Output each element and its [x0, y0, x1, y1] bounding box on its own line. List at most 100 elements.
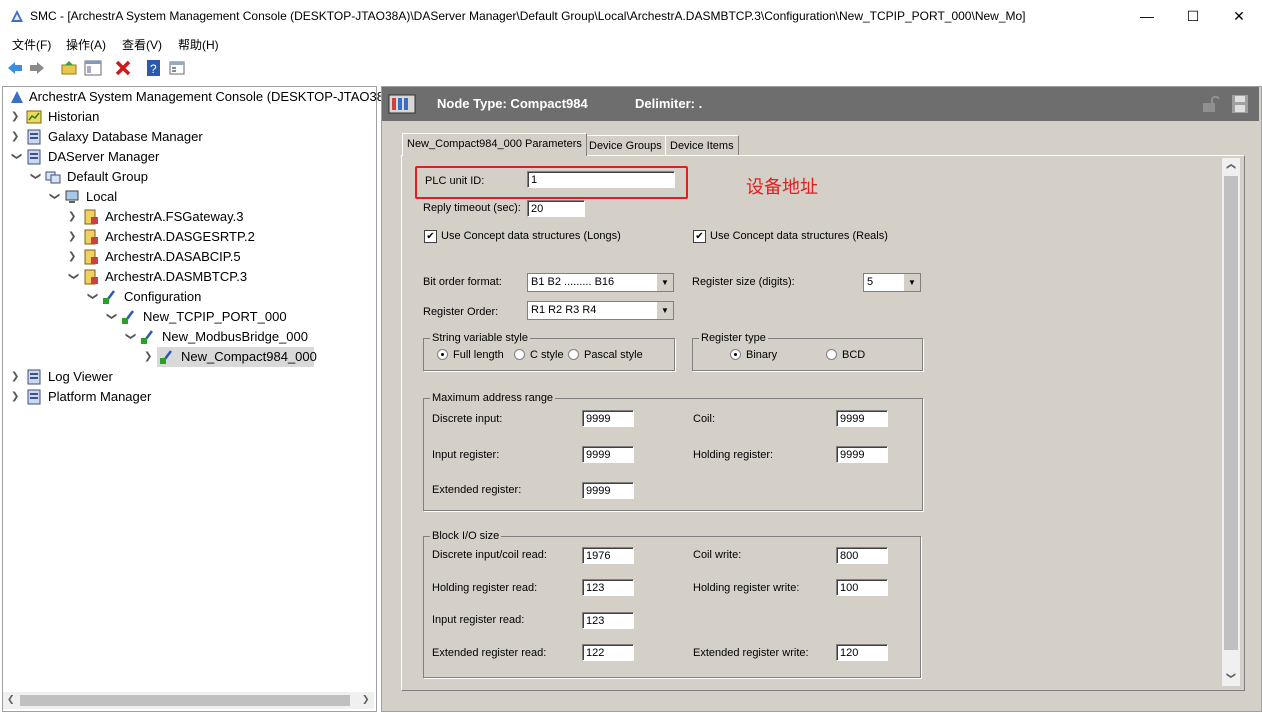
holding-read-label: Holding register read:	[432, 582, 538, 594]
chevron-right-icon[interactable]: ❯	[11, 132, 21, 142]
coil-field[interactable]: 9999	[836, 410, 888, 427]
app-icon	[11, 10, 23, 22]
delete-icon[interactable]	[114, 59, 132, 77]
tree-item-fsgateway[interactable]: ❯ ArchestrA.FSGateway.3	[3, 207, 303, 227]
concept-longs-checkbox[interactable]: ✔	[424, 230, 437, 243]
coil-write-label: Coil write:	[693, 549, 742, 561]
tree-horizontal-scrollbar[interactable]: ❮ ❯	[3, 692, 374, 709]
tab-device-groups[interactable]: Device Groups	[584, 135, 667, 156]
bcd-radio[interactable]	[826, 349, 837, 360]
holding-register-field[interactable]: 9999	[836, 446, 888, 463]
discrete-input-field[interactable]: 9999	[582, 410, 634, 427]
register-order-select[interactable]: R1 R2 R3 R4 ▼	[527, 301, 674, 320]
tab-parameters[interactable]: New_Compact984_000 Parameters	[402, 133, 587, 156]
chevron-down-icon[interactable]: ❯	[68, 272, 79, 282]
scroll-right-icon[interactable]: ❯	[362, 694, 370, 705]
window-title: SMC - [ArchestrA System Management Conso…	[30, 9, 1026, 23]
maximize-button[interactable]: ☐	[1170, 0, 1216, 32]
show-hide-tree-icon[interactable]	[84, 59, 102, 77]
coil-write-field[interactable]: 800	[836, 547, 888, 564]
chevron-down-icon[interactable]: ❯	[106, 312, 117, 322]
chevron-down-icon[interactable]: ❯	[125, 332, 136, 342]
scroll-thumb[interactable]	[20, 695, 350, 706]
bit-order-select[interactable]: B1 B2 ......... B16 ▼	[527, 273, 674, 292]
holding-read-field[interactable]: 123	[582, 579, 634, 596]
binary-radio[interactable]	[730, 349, 741, 360]
tree-item-label: Galaxy Database Manager	[48, 129, 203, 144]
panel-vertical-scrollbar[interactable]: ❯ ❯	[1222, 158, 1240, 686]
scroll-left-icon[interactable]: ❮	[7, 694, 15, 705]
tree-item-log-viewer[interactable]: ❯ Log Viewer	[3, 367, 203, 387]
chevron-right-icon[interactable]: ❯	[68, 212, 78, 222]
max-address-range-title: Maximum address range	[430, 392, 556, 404]
unlock-icon[interactable]	[1200, 94, 1220, 114]
pascal-style-label: Pascal style	[584, 349, 643, 361]
chevron-right-icon[interactable]: ❯	[11, 112, 21, 122]
holding-register-label: Holding register:	[693, 449, 774, 461]
tree-item-historian[interactable]: ❯ Historian	[3, 107, 203, 127]
chevron-down-icon[interactable]: ❯	[30, 172, 41, 182]
menu-action[interactable]: 操作(A)	[66, 36, 106, 53]
tree-item-label: Local	[86, 189, 118, 204]
group-icon	[45, 171, 61, 184]
input-register-field[interactable]: 9999	[582, 446, 634, 463]
tree-item-galaxy-db[interactable]: ❯ Galaxy Database Manager	[3, 127, 253, 147]
tree-item-default-group[interactable]: ❯ Default Group	[3, 167, 253, 187]
menu-view[interactable]: 查看(V)	[122, 36, 162, 53]
tree-item-label: ArchestrA.DASABCIP.5	[105, 249, 241, 264]
configuration-icon	[103, 290, 115, 304]
tree-item-compact984[interactable]: ❯ New_Compact984_000	[3, 347, 323, 367]
concept-reals-checkbox[interactable]: ✔	[693, 230, 706, 243]
menu-file[interactable]: 文件(F)	[12, 36, 51, 53]
extended-read-field[interactable]: 122	[582, 644, 634, 661]
chevron-down-icon[interactable]: ❯	[49, 192, 60, 202]
scroll-thumb[interactable]	[1224, 176, 1238, 650]
tree-item-label: ArchestrA.FSGateway.3	[105, 209, 244, 224]
minimize-button[interactable]: —	[1124, 0, 1170, 32]
dropdown-arrow-icon[interactable]: ▼	[903, 274, 920, 291]
tree-item-daserver-manager[interactable]: ❯ DAServer Manager	[3, 147, 253, 167]
tree-item-label: ArchestrA System Management Console (DES…	[29, 89, 397, 104]
folder-up-icon[interactable]	[60, 59, 78, 77]
reply-timeout-field[interactable]: 20	[527, 200, 585, 217]
discrete-coil-read-field[interactable]: 1976	[582, 547, 634, 564]
tab-device-items[interactable]: Device Items	[665, 135, 739, 156]
scroll-down-icon[interactable]: ❯	[1225, 672, 1236, 680]
tree-item-dasgesrtp[interactable]: ❯ ArchestrA.DASGESRTP.2	[3, 227, 303, 247]
close-button[interactable]: ✕	[1216, 0, 1262, 32]
chevron-down-icon[interactable]: ❯	[11, 152, 22, 162]
input-read-field[interactable]: 123	[582, 612, 634, 629]
dropdown-arrow-icon[interactable]: ▼	[656, 302, 673, 319]
register-type-title: Register type	[699, 332, 768, 344]
dropdown-arrow-icon[interactable]: ▼	[656, 274, 673, 291]
chevron-right-icon[interactable]: ❯	[68, 232, 78, 242]
chevron-right-icon[interactable]: ❯	[11, 372, 21, 382]
chevron-right-icon[interactable]: ❯	[68, 252, 78, 262]
tree-item-configuration[interactable]: ❯ Configuration	[3, 287, 303, 307]
back-arrow-icon[interactable]	[6, 59, 24, 77]
full-length-radio[interactable]	[437, 349, 448, 360]
forward-arrow-icon[interactable]	[28, 59, 46, 77]
chevron-down-icon[interactable]: ❯	[87, 292, 98, 302]
tree-item-dasmbtcp[interactable]: ❯ ArchestrA.DASMBTCP.3	[3, 267, 303, 287]
extended-write-field[interactable]: 120	[836, 644, 888, 661]
save-icon[interactable]	[1231, 94, 1249, 114]
register-size-select[interactable]: 5 ▼	[863, 273, 921, 292]
properties-icon[interactable]	[168, 59, 186, 77]
plc-icon	[160, 350, 172, 364]
tree-item-local[interactable]: ❯ Local	[3, 187, 253, 207]
holding-write-field[interactable]: 100	[836, 579, 888, 596]
tree-item-tcpip-port[interactable]: ❯ New_TCPIP_PORT_000	[3, 307, 303, 327]
tree-item-platform-manager[interactable]: ❯ Platform Manager	[3, 387, 203, 407]
scroll-up-icon[interactable]: ❯	[1225, 163, 1236, 171]
extended-register-field[interactable]: 9999	[582, 482, 634, 499]
pascal-style-radio[interactable]	[568, 349, 579, 360]
chevron-right-icon[interactable]: ❯	[144, 352, 154, 362]
c-style-radio[interactable]	[514, 349, 525, 360]
tree-item-modbus-bridge[interactable]: ❯ New_ModbusBridge_000	[3, 327, 323, 347]
tree-item-dasabcip[interactable]: ❯ ArchestrA.DASABCIP.5	[3, 247, 303, 267]
menu-help[interactable]: 帮助(H)	[178, 36, 219, 53]
help-icon[interactable]: ?	[145, 59, 163, 77]
annotation-text: 设备地址	[746, 177, 818, 197]
chevron-right-icon[interactable]: ❯	[11, 392, 21, 402]
